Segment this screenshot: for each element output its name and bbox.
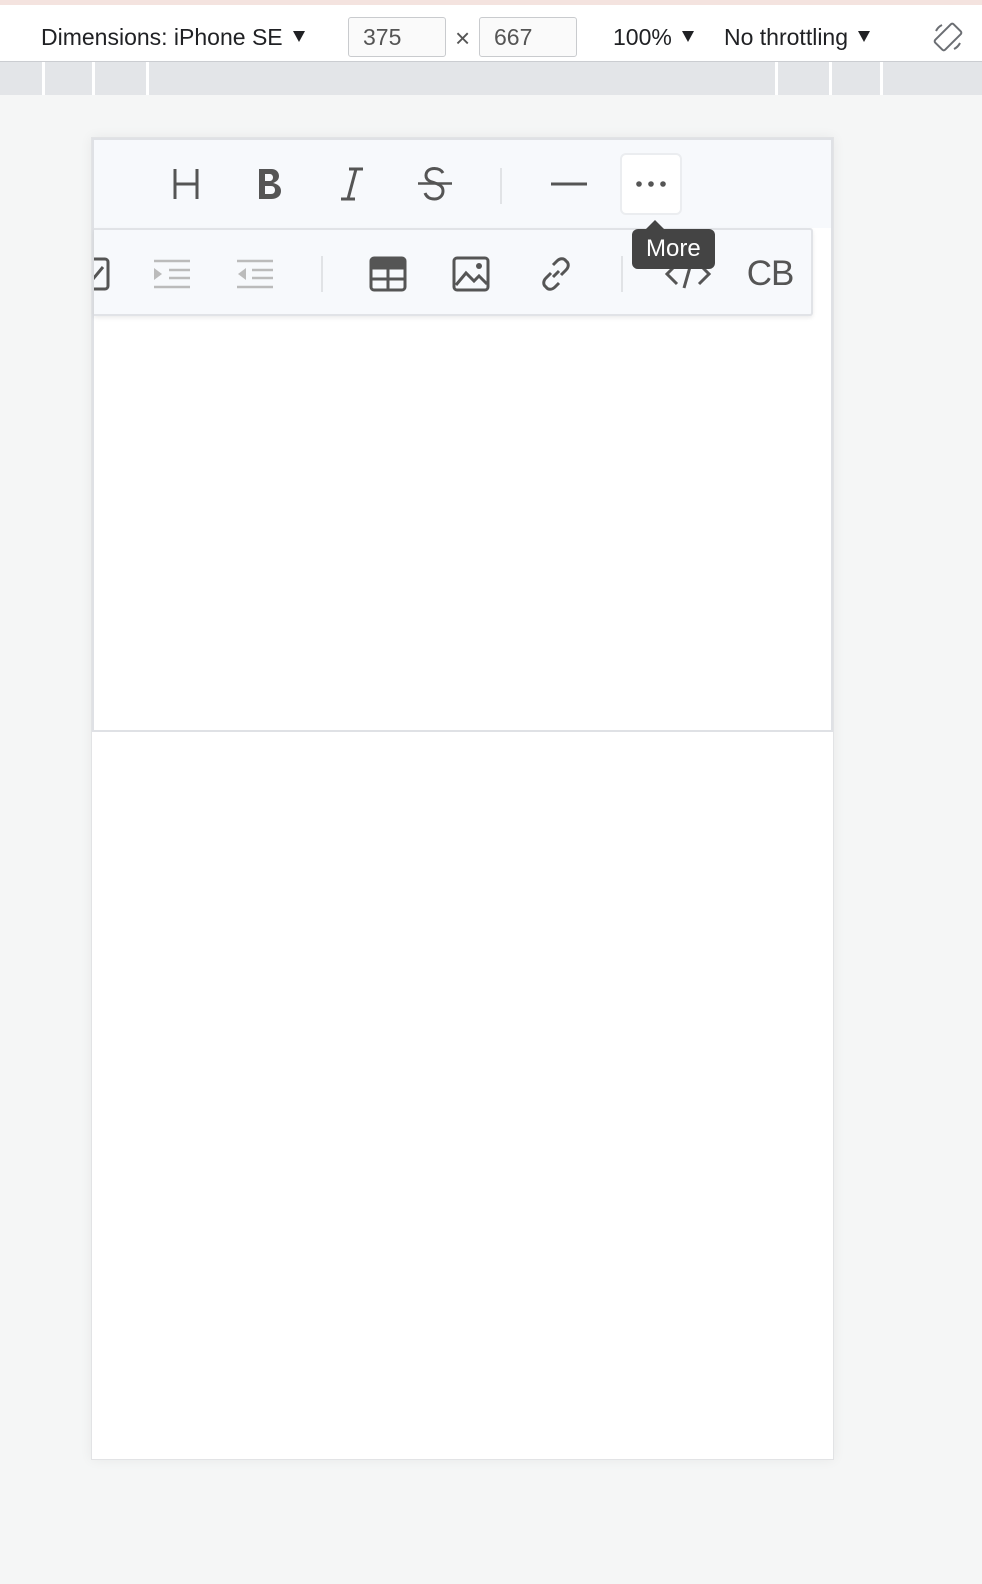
zoom-select[interactable]: 100% (613, 17, 694, 57)
zoom-caret-icon (681, 31, 694, 42)
width-input[interactable]: 375 (348, 17, 446, 57)
strikethrough-button[interactable] (404, 153, 466, 215)
heading-button[interactable] (155, 153, 217, 215)
italic-icon (341, 167, 363, 201)
dimensions-caret-icon (292, 31, 305, 42)
rotate-icon[interactable] (932, 21, 964, 53)
throttling-label: No throttling (724, 24, 849, 50)
throttling-caret-icon (858, 31, 871, 42)
toolbar-divider (321, 256, 323, 292)
more-tooltip: More (632, 220, 715, 269)
codeblock-label: CB (746, 254, 795, 293)
toolbar-divider (621, 256, 623, 292)
link-icon (542, 257, 570, 291)
horizontal-rule-button[interactable] (538, 153, 600, 215)
heading-icon (173, 169, 199, 199)
ruler-tick (146, 62, 149, 95)
bold-button[interactable] (238, 153, 300, 215)
indent-icon (154, 259, 190, 289)
dimensions-select[interactable]: Dimensions: iPhone SE (41, 17, 305, 57)
devtools-device-toolbar: Dimensions: iPhone SE 375 × 667 100% No … (0, 0, 982, 62)
editor-toolbar (94, 140, 831, 228)
italic-button[interactable] (321, 153, 383, 215)
zoom-label: 100% (613, 24, 672, 50)
throttling-select[interactable]: No throttling (724, 17, 871, 57)
horizontal-rule-icon (551, 182, 587, 186)
ruler-tick (92, 62, 95, 95)
table-icon (369, 256, 407, 292)
outdent-button[interactable] (224, 243, 286, 305)
ruler-tick (775, 62, 778, 95)
dimension-separator: × (455, 23, 471, 53)
image-icon (452, 256, 490, 292)
task-list-button[interactable] (94, 243, 126, 305)
link-button[interactable] (525, 243, 587, 305)
task-icon (94, 257, 110, 291)
markdown-editor: CB More (92, 138, 833, 732)
editor-content-area[interactable] (94, 316, 831, 730)
strikethrough-icon (418, 166, 452, 201)
height-input[interactable]: 667 (479, 17, 577, 57)
codeblock-button[interactable]: CB (739, 243, 801, 305)
ruler-tick (880, 62, 883, 95)
ruler-tick (42, 62, 45, 95)
outdent-icon (237, 259, 273, 289)
bold-icon (259, 169, 281, 199)
dimensions-label: Dimensions: iPhone SE (41, 24, 283, 50)
toolbar-divider (500, 168, 502, 204)
indent-button[interactable] (141, 243, 203, 305)
image-button[interactable] (440, 243, 502, 305)
device-viewport: CB More (91, 137, 834, 1460)
table-button[interactable] (357, 243, 419, 305)
more-icon (636, 181, 666, 187)
more-button[interactable] (620, 153, 682, 215)
ruler-tick (829, 62, 832, 95)
media-query-ruler (0, 62, 982, 95)
